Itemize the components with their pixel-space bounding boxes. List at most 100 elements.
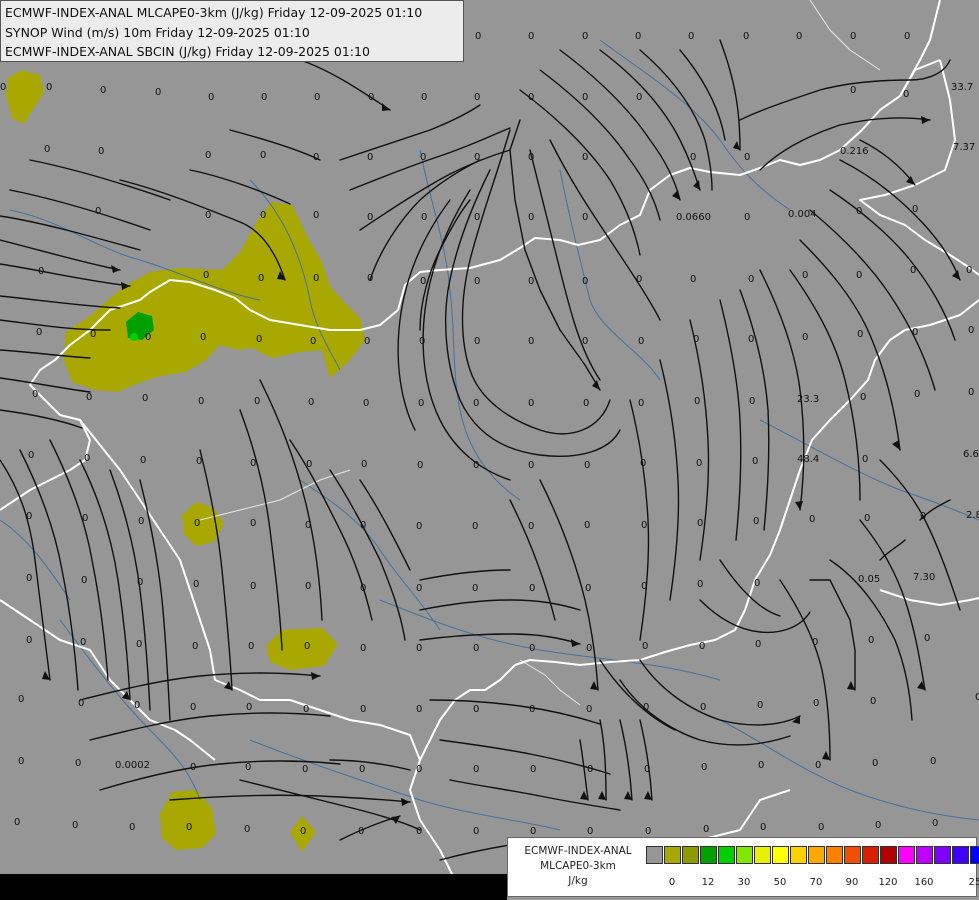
- cape-value: 0: [749, 396, 756, 407]
- border-far-east: [879, 589, 979, 606]
- cape-value: 0: [134, 700, 141, 711]
- cape-value: 0: [360, 643, 367, 654]
- cape-value: 0: [586, 704, 593, 715]
- cape-value: 0: [136, 639, 143, 650]
- cape-value: 0: [701, 762, 708, 773]
- cape-value: 0: [474, 276, 481, 287]
- cape-value: 0: [314, 92, 321, 103]
- cape-value: 0: [205, 210, 212, 221]
- cape-value: 0: [205, 150, 212, 161]
- legend-swatch: [898, 846, 915, 864]
- title-line-cape: ECMWF-INDEX-ANAL MLCAPE0-3km (J/kg) Frid…: [5, 5, 423, 20]
- cape-value: 0: [796, 31, 803, 42]
- cape-value: 0: [44, 144, 51, 155]
- cape-value: 0: [473, 460, 480, 471]
- legend-swatch: [826, 846, 843, 864]
- cape-value: 0: [190, 762, 197, 773]
- cape-value: 0: [473, 398, 480, 409]
- cape-value: 0: [904, 31, 911, 42]
- cape-value: 0: [304, 641, 311, 652]
- cape-value: 0: [856, 206, 863, 217]
- border-north-edge: [899, 0, 941, 97]
- cape-value: 0: [528, 152, 535, 163]
- cape-value: 0: [812, 637, 819, 648]
- cape-value: 0: [584, 460, 591, 471]
- cape-value: 0: [313, 210, 320, 221]
- legend-tick-label: 0: [668, 877, 676, 888]
- cape-value: 0: [755, 639, 762, 650]
- cape-value: 0: [200, 332, 207, 343]
- legend-tick-label: 70: [809, 877, 823, 888]
- legend-tick-label: 120: [878, 877, 898, 888]
- cape-value: 0: [367, 212, 374, 223]
- cape-value: 0: [528, 521, 535, 532]
- cape-value: 0: [474, 336, 481, 347]
- legend-swatch: [718, 846, 735, 864]
- cape-value: 0: [359, 764, 366, 775]
- cape-value: 0: [587, 826, 594, 837]
- cape-value: 0: [864, 513, 871, 524]
- cape-value: 0: [46, 82, 53, 93]
- cape-value: 0: [857, 329, 864, 340]
- cape-value: 0: [306, 459, 313, 470]
- legend-swatch: [880, 846, 897, 864]
- legend-swatch: [664, 846, 681, 864]
- legend-tick-label: 50: [773, 877, 787, 888]
- cape-value: 0: [84, 453, 91, 464]
- cape-value: 0: [368, 92, 375, 103]
- cape-fill-areas: [6, 70, 556, 880]
- cape-value: 0: [748, 274, 755, 285]
- cape-value: 0: [248, 641, 255, 652]
- cape-value: 0: [636, 274, 643, 285]
- cape-value: 0: [80, 637, 87, 648]
- cape-value: 0: [416, 521, 423, 532]
- cape-value: 0: [585, 583, 592, 594]
- cape-value: 0: [18, 694, 25, 705]
- cape-value: 0: [968, 387, 975, 398]
- cape-value: 0: [529, 643, 536, 654]
- cape-value: 0: [72, 820, 79, 831]
- cape-value: 0: [250, 518, 257, 529]
- cape-value: 0: [474, 152, 481, 163]
- cape-value: 0: [903, 89, 910, 100]
- cape-value: 0: [528, 92, 535, 103]
- cape-value: 0: [364, 336, 371, 347]
- cape-value: 0: [870, 696, 877, 707]
- cape-value: 0: [75, 758, 82, 769]
- cape-value: 0: [254, 396, 261, 407]
- cape-value: 0: [361, 459, 368, 470]
- cape-value: 0: [528, 336, 535, 347]
- wind-arrowheads: [42, 103, 960, 848]
- cape-value: 0: [305, 520, 312, 531]
- cape-value: 0: [528, 31, 535, 42]
- cape-value: 0: [313, 152, 320, 163]
- cape-value: 0: [930, 756, 937, 767]
- cape-value: 0: [98, 146, 105, 157]
- cape-value: 0: [699, 641, 706, 652]
- cape-value: 0: [644, 764, 651, 775]
- cape-value: 0: [261, 92, 268, 103]
- cape-value: 0: [860, 392, 867, 403]
- title-line-wind: SYNOP Wind (m/s) 10m Friday 12-09-2025 0…: [5, 24, 310, 40]
- cape-value: 0: [636, 92, 643, 103]
- cape-value: 0: [757, 700, 764, 711]
- cape-value: 0: [95, 206, 102, 217]
- cape-value: 0: [473, 704, 480, 715]
- cape-value: 0: [802, 332, 809, 343]
- bottom-black-strip: [0, 874, 507, 900]
- cape-value: 0: [968, 325, 975, 336]
- cape-value: 7.37: [953, 142, 976, 153]
- cape-value: 0: [358, 826, 365, 837]
- cape-value: 0: [754, 578, 761, 589]
- cape-value: 0: [809, 514, 816, 525]
- cape-value: 0: [743, 31, 750, 42]
- cape-value: 0: [472, 583, 479, 594]
- cape-value: 0: [975, 692, 979, 703]
- legend-swatch: [916, 846, 933, 864]
- cape-value: 0: [472, 521, 479, 532]
- cape-value: 0: [245, 762, 252, 773]
- cape-value: 0.0002: [115, 760, 150, 771]
- border-bottom-right: [699, 789, 791, 841]
- cape-value: 0: [528, 276, 535, 287]
- cape-value: 0: [582, 336, 589, 347]
